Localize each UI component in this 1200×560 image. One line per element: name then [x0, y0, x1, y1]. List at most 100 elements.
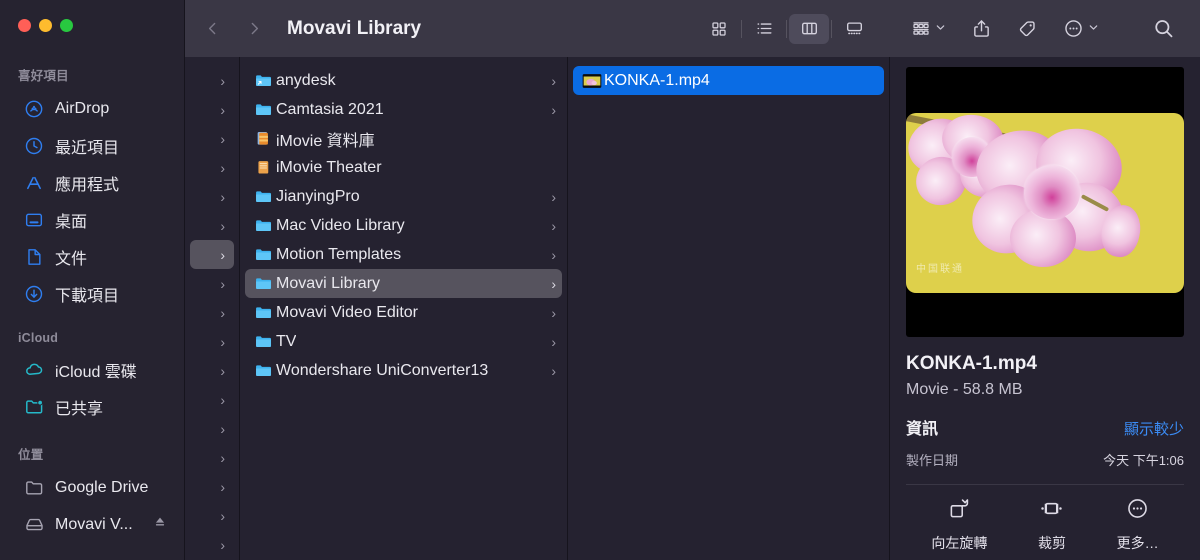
column-row[interactable]: › — [190, 66, 234, 95]
chevron-right-icon: › — [220, 130, 225, 147]
chevron-right-icon: › — [551, 304, 556, 321]
preview-info-header: 資訊 顯示較少 — [906, 415, 1184, 439]
folder-name: Motion Templates — [276, 245, 402, 263]
sidebar-item-label: 應用程式 — [55, 176, 120, 194]
folder-name: Movavi Library — [276, 274, 381, 292]
folder-row-wondershare[interactable]: Wondershare UniConverter13 › — [245, 356, 562, 385]
preview-pane: 中国联通 KONKA-1.mp4 Movie - 58.8 MB 資訊 顯示較少… — [890, 57, 1200, 560]
folder-alias-icon — [254, 71, 276, 90]
airdrop-icon — [23, 98, 45, 120]
icloud-drive-icon — [23, 359, 45, 381]
column-row[interactable]: › — [190, 182, 234, 211]
chevron-right-icon: › — [551, 246, 556, 263]
column-row[interactable]: › — [190, 95, 234, 124]
toolbar-divider — [831, 19, 832, 38]
folder-row-motion-templates[interactable]: Motion Templates › — [245, 240, 562, 269]
folder-name: Movavi Video Editor — [276, 303, 418, 321]
more-action[interactable]: 更多… — [1117, 496, 1159, 553]
file-name: KONKA-1.mp4 — [604, 71, 710, 89]
column-parent[interactable]: › › › › › › › › › › › › › › › › › — [185, 57, 240, 560]
folder-row-jianyingpro[interactable]: JianyingPro › — [245, 182, 562, 211]
file-row-konka[interactable]: KONKA-1.mp4 — [573, 66, 884, 95]
trim-action[interactable]: 裁剪 — [1038, 496, 1066, 553]
more-actions-button[interactable] — [1045, 14, 1106, 44]
folder-row-movavi-video-editor[interactable]: Movavi Video Editor › — [245, 298, 562, 327]
folder-row-movavi-library[interactable]: Movavi Library › — [245, 269, 562, 298]
sidebar-item-label: 文件 — [55, 250, 88, 268]
column-row-selected[interactable]: › — [190, 240, 234, 269]
sidebar-item-google-drive[interactable]: Google Drive — [7, 469, 177, 506]
column-row[interactable]: › — [190, 501, 234, 530]
maximize-button[interactable] — [60, 19, 73, 32]
sidebar-item-applications[interactable]: 應用程式 — [7, 164, 177, 201]
column-row[interactable]: › — [190, 530, 234, 559]
column-row[interactable]: › — [190, 385, 234, 414]
action-label: 向左旋轉 — [931, 535, 988, 551]
sidebar-item-label: 桌面 — [55, 213, 88, 231]
column-row[interactable]: › — [190, 211, 234, 240]
sidebar-scroll: 喜好項目 AirDrop 最近項目 應用程式 桌面 文件 下載項目 iCloud… — [0, 0, 184, 543]
group-by-button[interactable] — [904, 14, 953, 44]
preview-filename: KONKA-1.mp4 — [906, 353, 1037, 374]
nav-buttons — [195, 14, 271, 44]
minimize-button[interactable] — [39, 19, 52, 32]
info-value: 今天 下午1:06 — [1103, 453, 1184, 468]
preview-thumbnail: 中国联通 — [906, 67, 1184, 337]
column-row[interactable]: › — [190, 443, 234, 472]
sidebar-item-shared[interactable]: 已共享 — [7, 388, 177, 425]
sidebar-item-movavi-volume[interactable]: Movavi V... — [7, 506, 177, 543]
folder-row-anydesk[interactable]: anydesk › — [245, 66, 562, 95]
folder-row-tv[interactable]: TV › — [245, 327, 562, 356]
column-row[interactable]: › — [190, 414, 234, 443]
action-label: 更多… — [1116, 535, 1159, 551]
close-button[interactable] — [18, 19, 31, 32]
chevron-right-icon: › — [551, 333, 556, 350]
list-view-button[interactable] — [744, 14, 784, 44]
folder-name: TV — [276, 332, 297, 350]
column-view-button[interactable] — [789, 13, 829, 44]
show-less-link[interactable]: 顯示較少 — [1124, 418, 1184, 439]
recents-clock-icon — [23, 135, 45, 157]
sidebar-item-recents[interactable]: 最近項目 — [7, 127, 177, 164]
folder-row-mac-video-library[interactable]: Mac Video Library › — [245, 211, 562, 240]
column-row[interactable]: › — [190, 269, 234, 298]
sidebar-item-downloads[interactable]: 下載項目 — [7, 275, 177, 312]
folder-name: anydesk — [276, 71, 336, 89]
chevron-right-icon: › — [220, 188, 225, 205]
back-button[interactable] — [195, 14, 229, 44]
rotate-left-action[interactable]: 向左旋轉 — [931, 496, 987, 553]
icon-view-button[interactable] — [699, 14, 739, 44]
column-row[interactable]: › — [190, 298, 234, 327]
share-button[interactable] — [953, 14, 999, 44]
gallery-view-button[interactable] — [834, 14, 874, 44]
chevron-right-icon: › — [220, 391, 225, 408]
search-button[interactable] — [1112, 14, 1182, 44]
imovie-theater-icon — [254, 158, 276, 177]
applications-icon — [23, 172, 45, 194]
sidebar-item-desktop[interactable]: 桌面 — [7, 201, 177, 238]
column-files[interactable]: KONKA-1.mp4 — [568, 57, 890, 560]
eject-icon[interactable] — [153, 515, 167, 534]
sidebar-item-label: Google Drive — [55, 478, 149, 496]
column-row[interactable]: › — [190, 124, 234, 153]
sidebar-item-airdrop[interactable]: AirDrop — [7, 90, 177, 127]
folder-name: JianyingPro — [276, 187, 360, 205]
info-heading: 資訊 — [906, 421, 939, 438]
folder-row-imovie-library[interactable]: iMovie 資料庫 — [245, 124, 562, 153]
external-disk-icon — [23, 514, 45, 536]
folder-row-camtasia[interactable]: Camtasia 2021 › — [245, 95, 562, 124]
sidebar-item-documents[interactable]: 文件 — [7, 238, 177, 275]
sidebar-item-icloud-drive[interactable]: iCloud 雲碟 — [7, 351, 177, 388]
sidebar-section-icloud-header: iCloud — [18, 331, 59, 345]
forward-button[interactable] — [237, 14, 271, 44]
folder-row-imovie-theater[interactable]: iMovie Theater — [245, 153, 562, 182]
chevron-right-icon: › — [220, 246, 225, 263]
column-row[interactable]: › — [190, 327, 234, 356]
finder-window: 喜好項目 AirDrop 最近項目 應用程式 桌面 文件 下載項目 iCloud… — [0, 0, 1200, 560]
column-row[interactable]: › — [190, 153, 234, 182]
column-row[interactable]: › — [190, 356, 234, 385]
chevron-right-icon: › — [220, 304, 225, 321]
column-folders[interactable]: anydesk › Camtasia 2021 › iMovie 資料庫 iMo… — [240, 57, 568, 560]
column-row[interactable]: › — [190, 472, 234, 501]
tag-button[interactable] — [999, 14, 1045, 44]
